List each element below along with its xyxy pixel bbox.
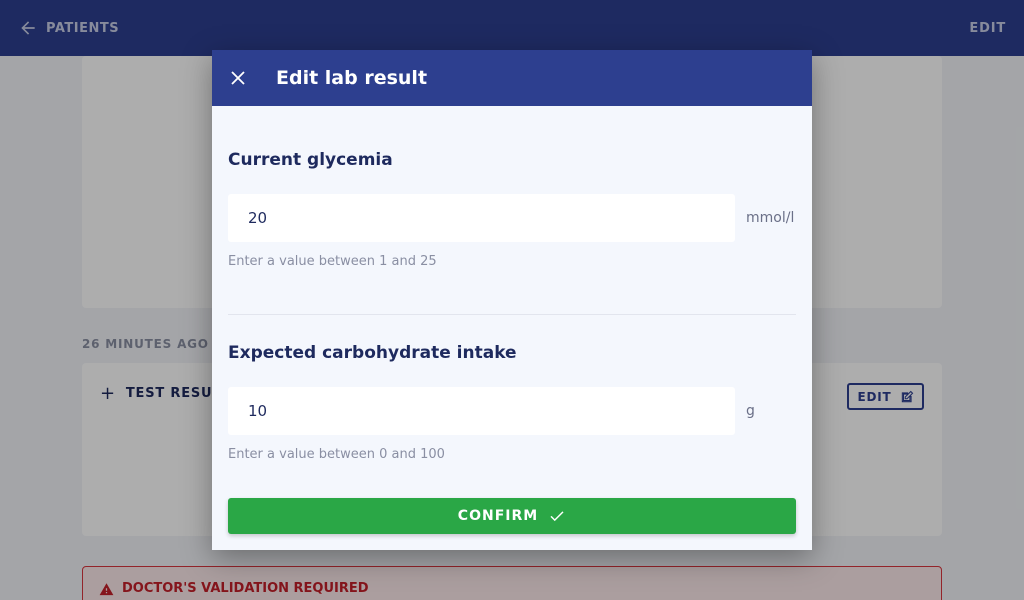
edit-lab-result-dialog: Edit lab result Current glycemia mmol/l … (212, 50, 812, 550)
dialog-header: Edit lab result (212, 50, 812, 106)
carbohydrate-unit: g (746, 403, 755, 419)
glycemia-input-row: mmol/l (228, 194, 796, 242)
confirm-button[interactable]: CONFIRM (228, 498, 796, 534)
carbohydrate-input[interactable] (228, 387, 735, 435)
check-icon (550, 511, 564, 522)
glycemia-field: Current glycemia mmol/l Enter a value be… (228, 150, 796, 269)
close-icon (231, 71, 245, 85)
field-divider (228, 314, 796, 315)
glycemia-input[interactable] (228, 194, 735, 242)
carbohydrate-hint: Enter a value between 0 and 100 (228, 447, 445, 462)
glycemia-label: Current glycemia (228, 150, 393, 170)
glycemia-hint: Enter a value between 1 and 25 (228, 254, 437, 269)
carbohydrate-input-row: g (228, 387, 796, 435)
glycemia-unit: mmol/l (746, 210, 795, 226)
carbohydrate-label: Expected carbohydrate intake (228, 343, 517, 363)
dialog-title: Edit lab result (276, 67, 428, 89)
close-button[interactable] (228, 68, 248, 88)
carbohydrate-field: Expected carbohydrate intake g Enter a v… (228, 343, 796, 462)
confirm-label: CONFIRM (457, 508, 539, 524)
